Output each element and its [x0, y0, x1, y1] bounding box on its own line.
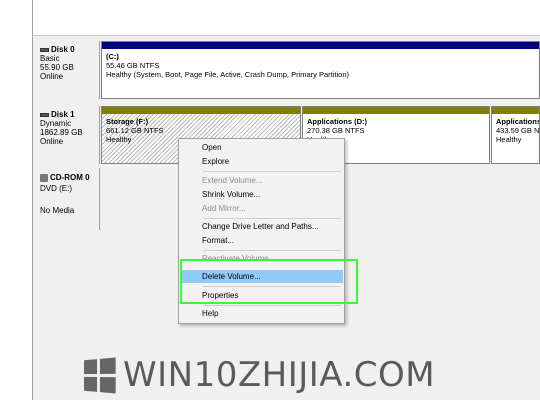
volume-size: 661.12 GB NTFS	[106, 126, 164, 135]
windows-logo-icon	[84, 356, 116, 394]
menu-item-explore[interactable]: Explore	[180, 155, 343, 168]
watermark-text: WIN10ZHIJIA.COM	[123, 355, 436, 395]
disk-size: 1862.89 GB	[40, 128, 83, 137]
volume-name: Storage (F:)	[106, 117, 149, 126]
menu-item-extend-volume[interactable]: Extend Volume...	[180, 174, 343, 187]
disk-type: Dynamic	[40, 119, 72, 128]
volume-type-bar	[102, 107, 300, 114]
volume-status: Healthy	[496, 135, 522, 144]
menu-separator	[203, 171, 341, 172]
disk-icon	[40, 47, 49, 52]
disk-status: Online	[40, 137, 64, 146]
partition-status: Healthy (System, Boot, Page File, Active…	[106, 70, 349, 79]
menu-item-help[interactable]: Help	[180, 307, 343, 320]
volume-size: 270.38 GB NTFS	[307, 126, 365, 135]
menu-separator	[203, 305, 341, 306]
partition-c[interactable]: (C:) 55.46 GB NTFS Healthy (System, Boot…	[101, 41, 540, 99]
disk-name: Disk 1	[51, 110, 75, 119]
volume-size: 433.59 GB NT	[496, 126, 540, 135]
volume-type-bar	[492, 107, 539, 114]
volume-type-bar	[303, 107, 489, 114]
disk-name: CD-ROM 0	[50, 173, 90, 182]
disk-1-label[interactable]: Disk 1 Dynamic 1862.89 GB Online	[33, 106, 100, 164]
disk-status: Online	[40, 72, 64, 81]
volume-list-area	[32, 0, 540, 36]
menu-item-change-drive-letter[interactable]: Change Drive Letter and Paths...	[180, 220, 343, 233]
menu-item-format[interactable]: Format...	[180, 234, 343, 247]
volume-name: Applications (D:)	[307, 117, 367, 126]
annotation-highlight-box	[180, 259, 358, 304]
disk-type: Basic	[40, 54, 60, 63]
cdrom-0-label[interactable]: CD-ROM 0 DVD (E:) No Media	[33, 168, 100, 230]
disk-status: No Media	[40, 206, 75, 215]
menu-item-add-mirror[interactable]: Add Mirror...	[180, 202, 343, 215]
menu-separator	[203, 250, 341, 251]
menu-item-open[interactable]: Open	[180, 141, 343, 154]
partition-type-bar	[102, 42, 539, 49]
menu-item-shrink-volume[interactable]: Shrink Volume...	[180, 188, 343, 201]
disk-0-label[interactable]: Disk 0 Basic 55.90 GB Online	[33, 41, 100, 99]
disk-type: DVD (E:)	[40, 184, 72, 193]
watermark: WIN10ZHIJIA.COM	[82, 355, 436, 395]
disk-icon	[40, 112, 49, 117]
partition-name: (C:)	[106, 52, 119, 61]
disk-0-row: Disk 0 Basic 55.90 GB Online (C:) 55.46 …	[33, 41, 540, 99]
menu-separator	[203, 218, 341, 219]
volume-name: Applications	[496, 117, 540, 126]
volume-applications-3[interactable]: Applications 433.59 GB NT Healthy	[491, 106, 540, 164]
disk-name: Disk 0	[51, 45, 75, 54]
cdrom-icon	[40, 173, 48, 182]
disk-size: 55.90 GB	[40, 63, 74, 72]
partition-size: 55.46 GB NTFS	[106, 61, 160, 70]
